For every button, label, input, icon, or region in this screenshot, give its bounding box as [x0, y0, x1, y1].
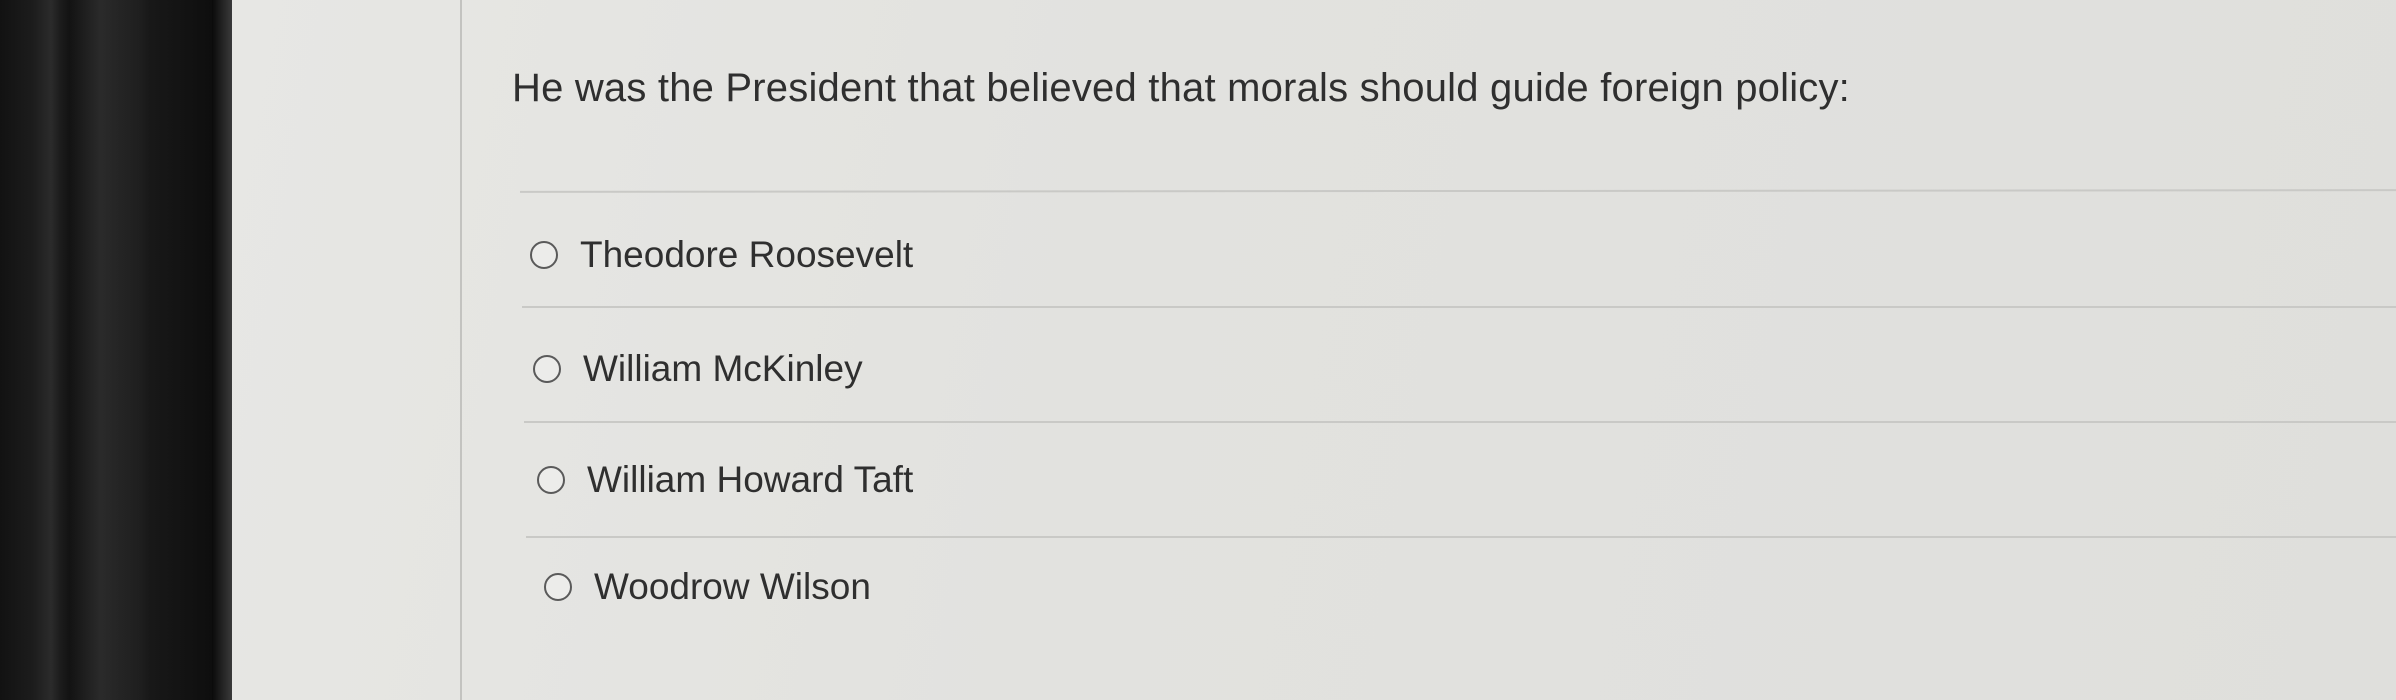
- option-divider: [522, 306, 2396, 308]
- option-label: William Howard Taft: [587, 459, 914, 500]
- bezel-inner-edge: [212, 0, 232, 700]
- option-william-mckinley[interactable]: William McKinley: [533, 344, 863, 394]
- option-label: William McKinley: [583, 348, 863, 389]
- option-label: Theodore Roosevelt: [580, 234, 914, 275]
- option-label: Woodrow Wilson: [594, 566, 871, 607]
- radio-button[interactable]: [544, 573, 572, 601]
- option-william-howard-taft[interactable]: William Howard Taft: [537, 455, 913, 505]
- option-divider: [524, 421, 2396, 423]
- monitor-bezel: [0, 0, 232, 700]
- radio-button[interactable]: [537, 466, 565, 494]
- option-divider: [526, 536, 2396, 538]
- radio-button[interactable]: [530, 241, 558, 269]
- bezel-glare: [60, 0, 150, 700]
- photo-stage: He was the President that believed that …: [0, 0, 2396, 700]
- radio-button[interactable]: [533, 355, 561, 383]
- option-theodore-roosevelt[interactable]: Theodore Roosevelt: [530, 230, 913, 280]
- option-woodrow-wilson[interactable]: Woodrow Wilson: [544, 562, 871, 612]
- question-text: He was the President that believed that …: [512, 66, 1850, 110]
